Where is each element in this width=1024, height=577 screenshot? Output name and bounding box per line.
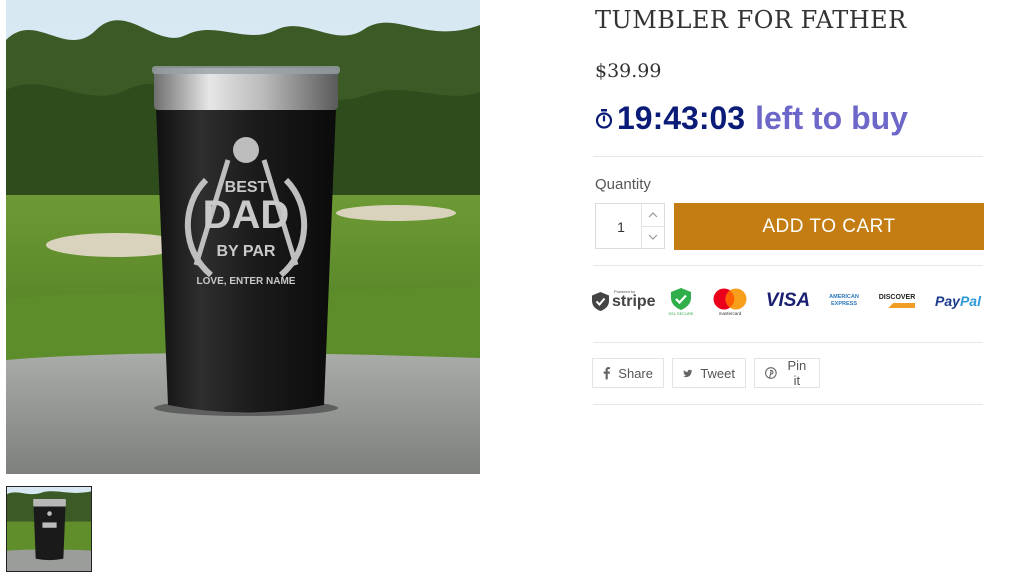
chevron-down-icon [648, 234, 658, 240]
discover-text: DISCOVER [878, 294, 916, 301]
engraving-line-3: BY PAR [217, 243, 276, 260]
countdown-timer: 19:43:03 left to buy [595, 100, 908, 137]
ssl-shield-icon [671, 288, 691, 310]
visa-badge: VISA [765, 290, 811, 311]
stripe-wordmark: stripe [612, 293, 656, 310]
quantity-increase-button[interactable] [641, 204, 664, 227]
twitter-share-button[interactable]: Tweet [672, 358, 746, 388]
pinterest-share-label: Pin it [787, 358, 807, 388]
stopwatch-icon [595, 108, 613, 129]
countdown-label: left to buy [755, 100, 908, 136]
stripe-badge: Powered by stripe [592, 286, 656, 316]
product-price: $39.99 [595, 60, 662, 82]
pinterest-share-button[interactable]: Pin it [754, 358, 820, 388]
product-thumbnail[interactable] [6, 486, 92, 572]
twitter-icon [683, 369, 693, 377]
ssl-secure-badge: SSL SECURE [665, 286, 697, 318]
facebook-share-button[interactable]: Share [592, 358, 664, 388]
paypal-badge: Pay Pal [930, 289, 986, 313]
divider [593, 265, 983, 266]
mastercard-text: mastercard [718, 311, 742, 316]
pinterest-icon [765, 367, 777, 379]
chevron-up-icon [648, 212, 658, 218]
thumbnail-photo [7, 487, 91, 571]
amex-badge: AMERICAN EXPRESS [824, 290, 864, 312]
paypal-pay-text: Pay [935, 293, 960, 309]
amex-line-1: AMERICAN [829, 294, 859, 300]
discover-badge: DISCOVER [876, 288, 918, 314]
facebook-share-label: Share [618, 365, 653, 381]
divider [593, 404, 983, 405]
engraving-line-2: DAD [203, 193, 290, 237]
tumbler-photo: BEST DAD BY PAR LOVE, ENTER NAME [6, 0, 480, 474]
countdown-time: 19:43:03 [617, 100, 746, 136]
divider [593, 156, 983, 157]
divider [593, 342, 983, 343]
mastercard-logo-icon [713, 288, 747, 310]
paypal-pal-text: Pal [959, 293, 981, 309]
facebook-icon [603, 367, 611, 380]
mastercard-badge: mastercard [710, 286, 750, 318]
quantity-stepper [595, 203, 665, 250]
quantity-decrease-button[interactable] [641, 226, 664, 248]
product-title: TUMBLER FOR FATHER [595, 6, 907, 34]
discover-stripe [879, 303, 915, 308]
quantity-label: Quantity [595, 176, 651, 193]
add-to-cart-button[interactable]: ADD TO CART [674, 203, 984, 250]
product-main-image[interactable]: BEST DAD BY PAR LOVE, ENTER NAME [6, 0, 480, 474]
twitter-share-label: Tweet [700, 365, 735, 381]
ssl-text: SSL SECURE [668, 311, 694, 316]
engraving-line-4: LOVE, ENTER NAME [197, 276, 296, 287]
amex-line-2: EXPRESS [831, 301, 857, 307]
quantity-input[interactable] [596, 204, 646, 250]
shield-check-icon [592, 292, 609, 311]
